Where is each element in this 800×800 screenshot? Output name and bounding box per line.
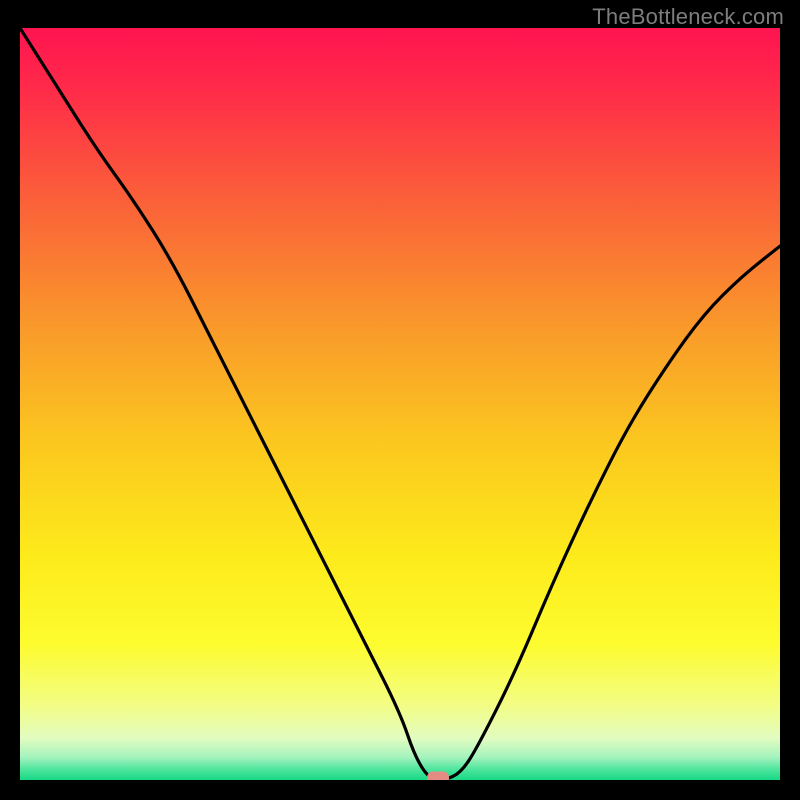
chart-frame: TheBottleneck.com (0, 0, 800, 800)
watermark-text: TheBottleneck.com (592, 4, 784, 30)
gradient-panel (20, 28, 780, 780)
plot-area (20, 28, 780, 780)
chart-svg (20, 28, 780, 780)
optimal-marker (427, 772, 449, 781)
